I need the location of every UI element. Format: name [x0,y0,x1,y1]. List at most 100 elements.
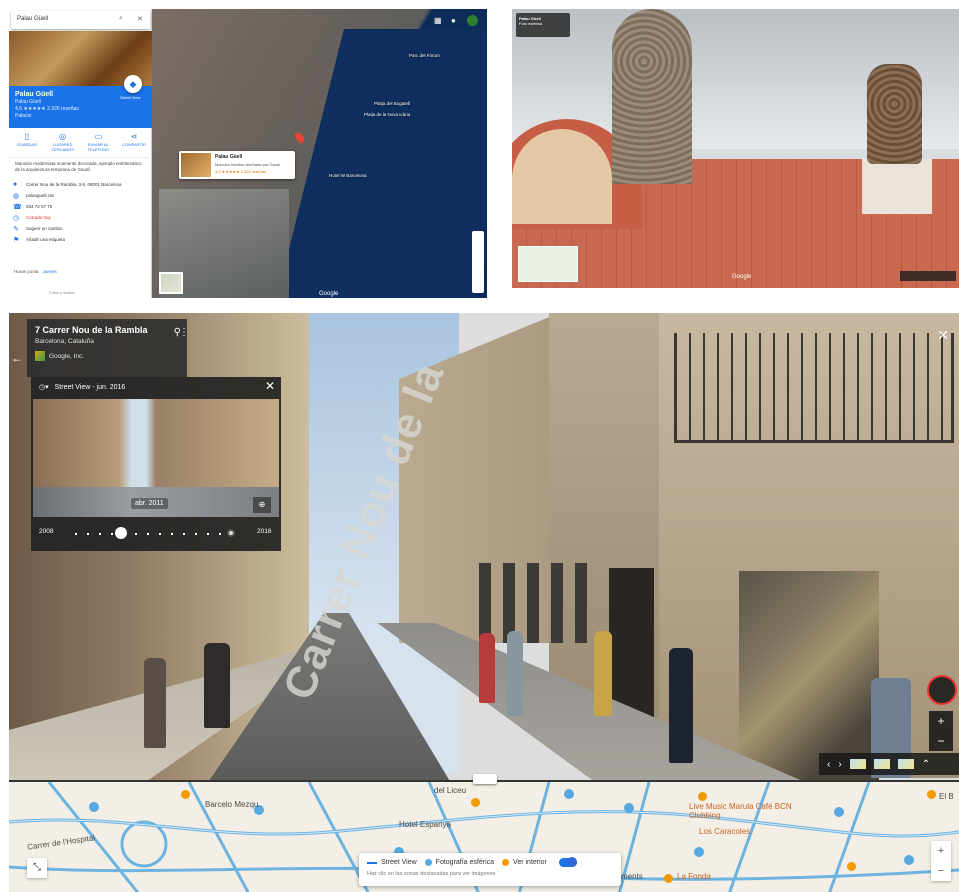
google-logo: Google [732,274,752,280]
map-label: Hotel W Barcelona [329,173,367,178]
photo-info-card[interactable]: Palau Güell Foto esférica [516,13,570,37]
map-controls[interactable] [472,231,484,293]
next-arrow-icon[interactable]: › [838,759,841,770]
screenshot-collage: Parc del Fòrum Platja del Bogatell Platj… [0,0,959,892]
place-info-list: ● Carrer Nou de la Rambla, 3-5, 08001 Bar… [13,179,149,245]
apps-icon[interactable]: ▦ [434,16,442,25]
address-city: Barcelona, Cataluña [35,338,94,345]
poi-icon[interactable] [847,862,856,871]
chimney-tower [612,9,692,184]
map-label: Hotel Espanya [399,820,452,829]
suggest-edit-row[interactable]: ✎ Sugerir un cambio [13,223,149,234]
map-label: La Fonda [677,872,711,881]
mini-map[interactable] [518,246,578,282]
time-travel-header: ◷▾ Street View - jun. 2016 [31,377,281,397]
address-row[interactable]: ● Carrer Nou de la Rambla, 3-5, 08001 Bar… [13,179,149,190]
zoom-controls: + − [929,711,953,751]
map-label: Live Music Marula Café BCN Clubbing [689,802,792,820]
poi-icon[interactable] [664,874,673,883]
send-to-phone-button[interactable]: ▭ ENVIAR AL TELÉFONO [85,130,111,157]
timeline-track[interactable] [75,533,235,535]
facade-windows [479,563,599,643]
pedestrian [594,631,612,716]
map-zoom-out-button[interactable]: − [931,861,951,881]
prev-arrow-icon[interactable]: ‹ [827,759,830,770]
share-button[interactable]: ⋖ COMPARTIR [121,130,147,157]
hours-row[interactable]: ◷ Cerrado hoy [13,212,149,223]
pedestrian [144,658,166,748]
save-button[interactable]: ▯ GUARDAR [14,130,40,157]
interior-dot-icon [502,859,510,866]
website-row[interactable]: ◍ palauguell.cat [13,190,149,201]
search-icon[interactable]: ⌕ [119,15,123,23]
street-view-main[interactable]: Carrer Nou de la 7 Carrer Nou de la Ramb… [9,313,959,892]
collapse-map-icon[interactable]: ⤡ [27,858,47,878]
action-row: ▯ GUARDAR ◎ LUGARES CERCANOS ▭ ENVIAR AL TE… [9,130,152,158]
phone-icon: ▭ [94,132,103,141]
more-icon[interactable]: ⋮ [179,327,189,338]
time-travel-panel: ◷▾ Street View - jun. 2016 ✕ abr. 2011 ⊕… [31,377,281,551]
add-label-row[interactable]: ⚑ Añadir una etiqueta [13,234,149,245]
street-view-link[interactable]: Street View [120,95,140,100]
card-rating: 4,6 ★★★★★ 2.326 reseñas [215,169,267,174]
photos-footer[interactable]: Fotos y vídeos [49,290,75,295]
rooftop-arch-inner [512,129,612,224]
map-label: ments [621,872,643,881]
place-card[interactable]: Palau Güell Mansión familiar diseñada po… [179,151,295,179]
zoom-out-button[interactable]: − [929,731,953,751]
globe-icon: ◍ [13,192,20,200]
photo-subtitle: Foto esférica [519,21,543,26]
split-drag-handle[interactable] [473,774,497,784]
map-label: Parc del Fòrum [409,53,440,58]
bookmark-icon: ▯ [24,132,30,141]
phone-row[interactable]: ☎ 934 72 57 75 [13,201,149,212]
poi-icon[interactable] [471,798,480,807]
historical-date: abr. 2011 [131,498,168,509]
compass-icon[interactable] [927,675,957,705]
place-category: Palacio [15,113,32,119]
time-travel-title: Street View - jun. 2016 [54,383,126,391]
photo-strip[interactable] [900,271,956,281]
timeline-slider-handle[interactable] [115,527,127,539]
imagery-strip: ‹ › ⌃ [819,753,959,775]
thumbnail[interactable] [897,759,914,769]
graffiti-shutter [739,571,879,781]
poi-icon[interactable] [698,792,707,801]
search-input[interactable]: Palau Güell [11,11,150,29]
avatar[interactable] [467,15,478,26]
zoom-in-icon[interactable]: ⊕ [253,497,271,513]
popular-times[interactable]: Horas punta Jueves [14,269,57,274]
timeline-current-marker[interactable] [227,529,235,537]
directions-button[interactable]: ◆ [124,75,142,93]
card-subtitle: Mansión familiar diseñada por Gaudí [215,162,281,167]
thumbnail[interactable] [849,759,866,769]
pedestrian [669,648,693,763]
map-label: Platja del Bogatell [374,101,411,106]
history-clock-icon[interactable]: ◷▾ [39,383,49,391]
map-label: del Liceu [434,786,467,795]
coverage-toggle[interactable] [558,857,577,867]
poi-icon[interactable] [181,790,190,799]
layers-thumbnail[interactable] [159,272,183,294]
nearby-button[interactable]: ◎ LUGARES CERCANOS [50,130,76,157]
back-arrow-icon[interactable]: ← [11,351,23,365]
place-side-panel: Palau Güell ⌕ ✕ Palau Güell Palau Güell … [9,9,152,298]
google-logo: Google [319,291,339,297]
close-icon[interactable]: ✕ [137,15,143,23]
zoom-in-button[interactable]: + [929,711,953,731]
place-description: Mansión modernista ricamente decorada, e… [15,161,142,172]
exit-street-view-icon[interactable]: ✕ [937,327,949,344]
place-thumbnail [181,153,211,177]
thumbnail[interactable] [873,759,890,769]
share-icon: ⋖ [130,132,138,141]
pencil-icon: ✎ [13,225,19,233]
map-zoom-in-button[interactable]: + [931,841,951,861]
poi-icon[interactable] [927,790,936,799]
location-icon: ● [13,181,18,188]
year-end: 2016 [257,528,272,535]
notifications-icon[interactable]: ● [451,16,456,25]
close-icon[interactable]: ✕ [265,379,275,393]
expand-strip-icon[interactable]: ⌃ [922,759,930,770]
phone-icon: ☎ [13,203,22,211]
street-view-rooftop[interactable]: Palau Güell Foto esférica Google [512,9,959,288]
